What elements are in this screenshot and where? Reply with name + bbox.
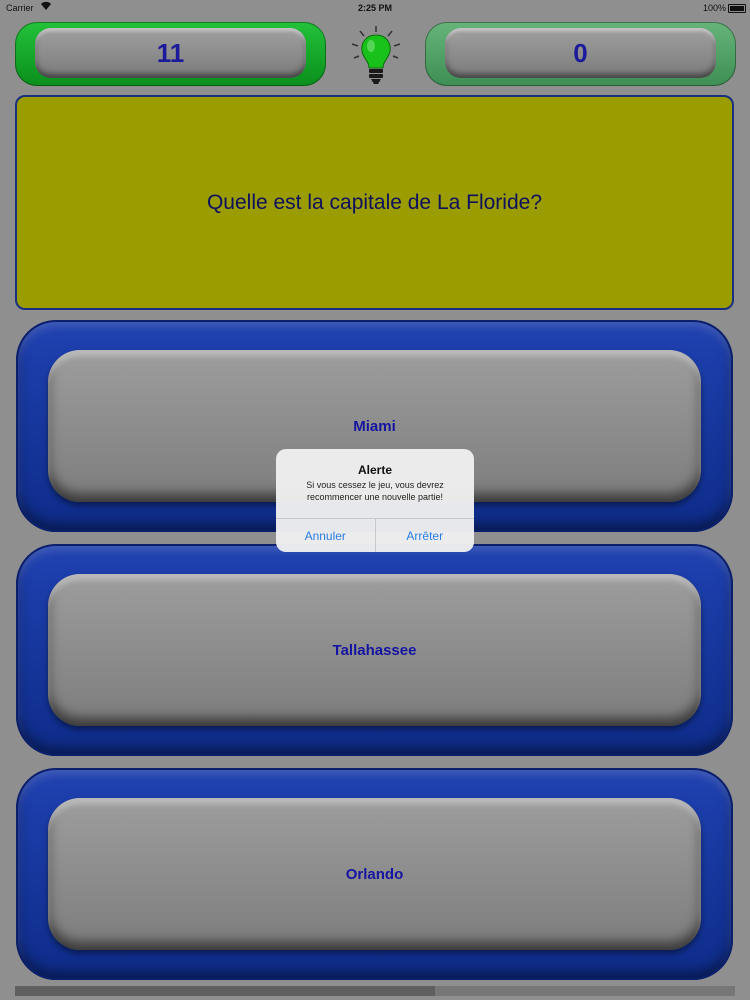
- status-bar: Carrier 2:25 PM 100%: [0, 0, 750, 16]
- score-left-frame: 11: [15, 22, 326, 86]
- answer-button-2[interactable]: Tallahassee: [16, 544, 733, 756]
- battery-percent: 100%: [702, 3, 726, 13]
- answer-label-3[interactable]: Orlando: [48, 798, 701, 950]
- question-panel: Quelle est la capitale de La Floride?: [15, 95, 734, 310]
- status-time: 2:25 PM: [357, 3, 392, 13]
- alert-dialog: Alerte Si vous cessez le jeu, vous devre…: [276, 449, 474, 552]
- answer-label-2[interactable]: Tallahassee: [48, 574, 701, 726]
- lightbulb-icon[interactable]: [348, 24, 404, 86]
- cancel-button[interactable]: Annuler: [276, 519, 375, 552]
- score-right-frame: 0: [425, 22, 736, 86]
- alert-message: Si vous cessez le jeu, vous devrez recom…: [306, 480, 444, 502]
- score-right: 0: [445, 28, 716, 78]
- alert-buttons: Annuler Arrêter: [276, 518, 474, 552]
- progress-fill: [15, 986, 435, 996]
- question-text: Quelle est la capitale de La Floride?: [206, 190, 543, 214]
- alert-title: Alerte: [357, 463, 392, 477]
- progress-bar: [15, 986, 735, 996]
- stop-button[interactable]: Arrêter: [374, 519, 475, 552]
- answer-button-3[interactable]: Orlando: [16, 768, 733, 980]
- battery-icon: [728, 4, 746, 13]
- score-left: 11: [35, 28, 306, 78]
